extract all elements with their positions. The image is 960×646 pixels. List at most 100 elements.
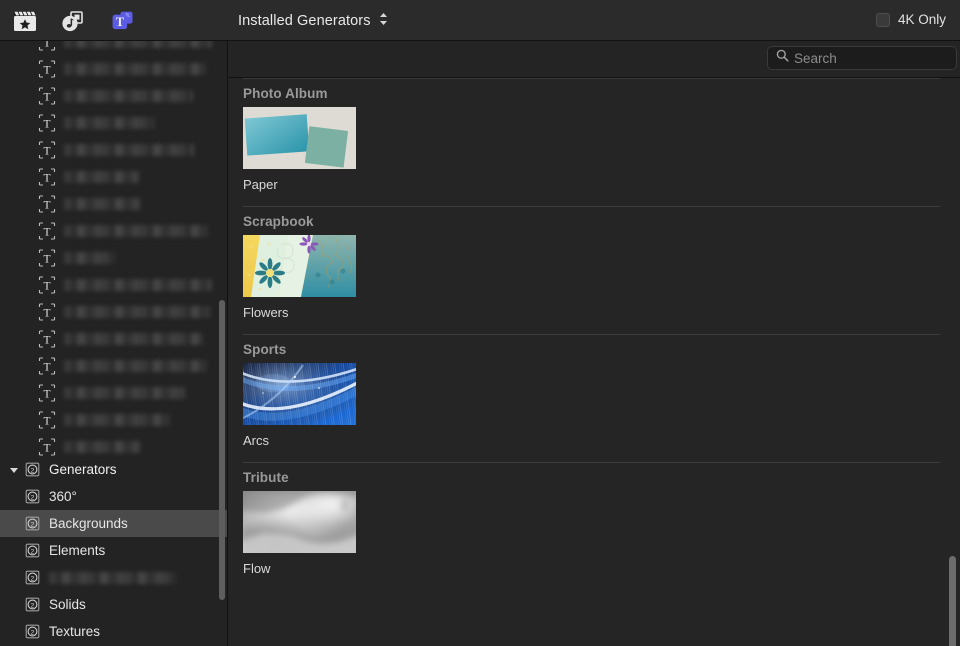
generator-tile-label: Flow [243, 553, 356, 590]
redacted-label [64, 252, 115, 264]
sidebar-item-label: Textures [49, 624, 100, 639]
redacted-label [49, 572, 176, 584]
svg-text:T: T [116, 15, 125, 29]
search-placeholder: Search [794, 51, 837, 66]
svg-text:T: T [43, 172, 50, 184]
sidebar-text-generator-item[interactable]: T [0, 352, 228, 379]
redacted-label [64, 360, 207, 372]
redacted-label [64, 441, 140, 453]
titles-generators-icon[interactable]: T [108, 9, 138, 33]
redacted-label [64, 306, 210, 318]
video-effects-icon[interactable] [10, 9, 40, 33]
browser-scrollbar[interactable] [949, 556, 956, 646]
sidebar-text-generator-item[interactable]: T [0, 41, 228, 55]
sidebar-item-elements[interactable]: 2 Elements [0, 537, 228, 564]
sidebar-text-generator-item[interactable]: T [0, 379, 228, 406]
text-generator-icon: T [38, 438, 56, 456]
text-generator-icon: T [38, 60, 56, 78]
sidebar-text-generator-item[interactable]: T [0, 55, 228, 82]
svg-text:2: 2 [30, 603, 34, 610]
generator-tile[interactable]: Arcs [243, 363, 356, 462]
generator-icon: 2 [22, 568, 42, 588]
generator-icon: 2 [22, 595, 42, 615]
generator-group: SportsArcs [229, 334, 960, 462]
generator-tile[interactable]: Flowers [243, 235, 356, 334]
svg-text:2: 2 [30, 630, 34, 637]
redacted-label [64, 41, 212, 48]
svg-text:2: 2 [30, 549, 34, 556]
svg-text:T: T [43, 388, 50, 400]
flowers-thumbnail[interactable] [243, 235, 356, 297]
svg-text:T: T [43, 145, 50, 157]
generator-tile[interactable]: Flow [243, 491, 356, 590]
sidebar-item-solids[interactable]: 2 Solids [0, 591, 228, 618]
svg-text:T: T [43, 280, 50, 292]
text-generator-icon: T [38, 357, 56, 375]
svg-text:T: T [43, 118, 50, 130]
generator-tile[interactable]: Paper [243, 107, 356, 206]
redacted-label [64, 333, 203, 345]
svg-text:2: 2 [30, 576, 34, 583]
generator-group: Photo Album Paper [229, 78, 960, 206]
sidebar-text-generator-item[interactable]: T [0, 163, 228, 190]
4k-only-checkbox[interactable]: 4K Only [876, 12, 946, 27]
4k-only-label: 4K Only [898, 12, 946, 27]
generator-icon: 2 [22, 541, 42, 561]
audio-photos-icon[interactable] [58, 9, 88, 33]
sidebar-item-label: 360° [49, 489, 77, 504]
sidebar-text-generator-item[interactable]: T [0, 406, 228, 433]
text-generator-icon: T [38, 249, 56, 267]
sidebar-text-generator-item[interactable]: T [0, 298, 228, 325]
search-input[interactable]: Search [767, 46, 957, 70]
svg-text:2: 2 [30, 468, 34, 475]
generator-groups-list[interactable]: Photo Album PaperScrapbookFlowersSportsAr… [229, 78, 960, 646]
sidebar-text-generator-item[interactable]: T [0, 271, 228, 298]
checkbox-box[interactable] [876, 13, 890, 27]
library-sidebar[interactable]: TTTTTTTTTTTTTTTT 2Generators2360°2Backgr… [0, 41, 228, 646]
search-bar-row: Search [229, 41, 960, 78]
text-generator-icon: T [38, 114, 56, 132]
sidebar-text-generator-item[interactable]: T [0, 325, 228, 352]
installed-generators-popup[interactable]: Installed Generators [238, 11, 389, 31]
sidebar-item-redacted[interactable]: 2 [0, 564, 228, 591]
arcs-thumbnail[interactable] [243, 363, 356, 425]
redacted-label [64, 90, 193, 102]
group-title: Photo Album [243, 79, 960, 107]
sidebar-item-label: Elements [49, 543, 105, 558]
text-generator-icon: T [38, 222, 56, 240]
redacted-label [64, 225, 208, 237]
group-title: Scrapbook [243, 207, 960, 235]
sidebar-text-generator-item[interactable]: T [0, 244, 228, 271]
generator-group: TributeFlow [229, 462, 960, 590]
sidebar-item-backgrounds[interactable]: 2Backgrounds [0, 510, 228, 537]
sidebar-item-label: Solids [49, 597, 86, 612]
generator-icon: 2 [22, 460, 42, 480]
sidebar-group-generators[interactable]: 2 Generators [0, 456, 228, 483]
redacted-label [64, 387, 186, 399]
disclosure-triangle-down-icon[interactable] [6, 465, 22, 475]
generator-tile-label: Paper [243, 169, 356, 206]
sidebar-item-textures[interactable]: 2 Textures [0, 618, 228, 645]
generator-tile-label: Arcs [243, 425, 356, 462]
redacted-label [64, 144, 194, 156]
sidebar-text-generator-item[interactable]: T [0, 217, 228, 244]
redacted-label [64, 63, 206, 75]
chevron-up-down-icon [378, 11, 389, 32]
sidebar-item-360-[interactable]: 2 360° [0, 483, 228, 510]
text-generator-icon: T [38, 303, 56, 321]
sidebar-group-label: Generators [49, 462, 117, 477]
search-icon [776, 49, 789, 67]
sidebar-scrollbar[interactable] [219, 300, 225, 600]
svg-text:T: T [43, 361, 50, 373]
redacted-label [64, 171, 139, 183]
sidebar-text-generator-item[interactable]: T [0, 190, 228, 217]
sidebar-text-generator-item[interactable]: T [0, 109, 228, 136]
sidebar-text-generator-item[interactable]: T [0, 136, 228, 163]
sidebar-text-generator-item[interactable]: T [0, 82, 228, 109]
generator-icon: 2 [22, 487, 42, 507]
flow-thumbnail[interactable] [243, 491, 356, 553]
paper-thumbnail[interactable] [243, 107, 356, 169]
text-generator-icon: T [38, 384, 56, 402]
redacted-label [64, 198, 140, 210]
generators-tree: 2 Generators 2 360° 2Backgrounds 2 Elements 2 2 S… [0, 456, 228, 645]
